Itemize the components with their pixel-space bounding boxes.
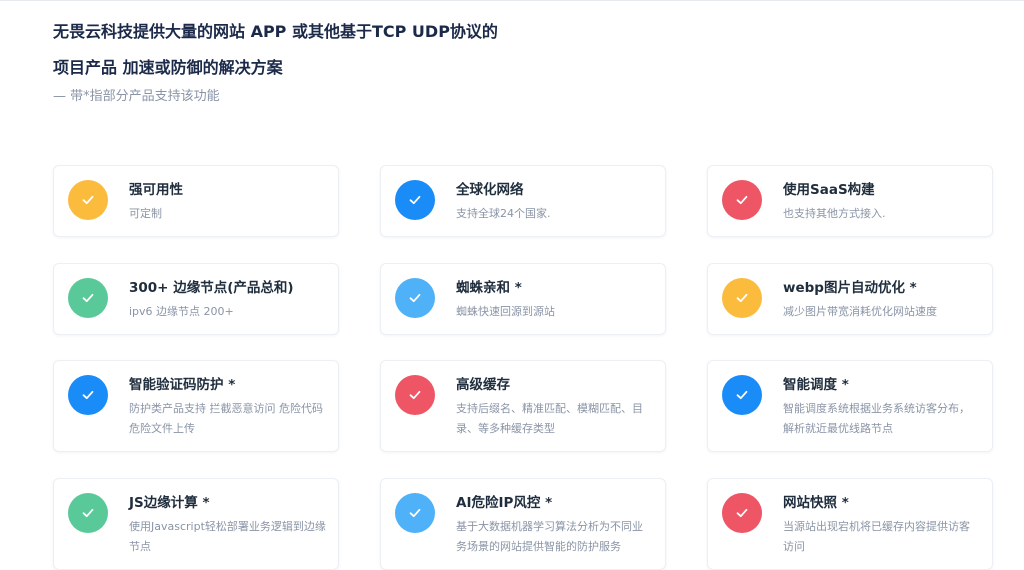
check-badge xyxy=(68,493,108,533)
feature-card: 智能验证码防护 * 防护类产品支持 拦截恶意访问 危险代码 危险文件上传 xyxy=(53,360,339,452)
feature-title: 300+ 边缘节点(产品总和) xyxy=(129,280,294,296)
feature-description: 防护类产品支持 拦截恶意访问 危险代码 危险文件上传 xyxy=(129,402,323,435)
check-icon xyxy=(736,195,748,205)
feature-card: 蜘蛛亲和 * 蜘蛛快速回源到源站 xyxy=(380,263,666,335)
feature-title: 智能调度 * xyxy=(783,377,849,393)
feature-card: 强可用性 可定制 xyxy=(53,165,339,237)
feature-description: 也支持其他方式接入. xyxy=(783,207,886,220)
check-icon xyxy=(82,390,94,400)
section-title-line-2: 项目产品 加速或防御的解决方案 xyxy=(53,58,283,77)
check-icon xyxy=(736,293,748,303)
check-badge xyxy=(722,278,762,318)
check-icon xyxy=(409,508,421,518)
feature-card: 高级缓存支持后缀名、精准匹配、模糊匹配、目录、等多种缓存类型 xyxy=(380,360,666,452)
feature-card: JS边缘计算 * 使用Javascript轻松部署业务逻辑到边缘节点 xyxy=(53,478,339,570)
feature-description: 支持后缀名、精准匹配、模糊匹配、目录、等多种缓存类型 xyxy=(456,402,643,435)
check-badge xyxy=(68,375,108,415)
check-badge xyxy=(395,375,435,415)
feature-description: 基于大数据机器学习算法分析为不同业务场景的网站提供智能的防护服务 xyxy=(456,520,643,553)
check-badge xyxy=(395,493,435,533)
feature-description: 使用Javascript轻松部署业务逻辑到边缘节点 xyxy=(129,520,326,553)
feature-description: 当源站出现宕机将已缓存内容提供访客访问 xyxy=(783,520,970,553)
check-icon xyxy=(409,195,421,205)
feature-description: ipv6 边缘节点 200+ xyxy=(129,305,234,318)
check-icon xyxy=(82,293,94,303)
check-badge xyxy=(68,180,108,220)
check-badge xyxy=(395,180,435,220)
check-icon xyxy=(409,293,421,303)
feature-description: 可定制 xyxy=(129,207,162,220)
check-badge xyxy=(395,278,435,318)
section-subtitle: — 带*指部分产品支持该功能 xyxy=(53,89,220,104)
feature-card: webp图片自动优化 * 减少图片带宽消耗优化网站速度 xyxy=(707,263,993,335)
feature-title: 网站快照 * xyxy=(783,495,849,511)
feature-title: 蜘蛛亲和 * xyxy=(456,280,522,296)
check-icon xyxy=(82,508,94,518)
feature-title: 高级缓存 xyxy=(456,377,510,393)
feature-title: 使用SaaS构建 xyxy=(783,182,875,198)
check-icon xyxy=(409,390,421,400)
check-badge xyxy=(722,375,762,415)
check-icon xyxy=(82,195,94,205)
check-badge xyxy=(722,493,762,533)
feature-card: AI危险IP风控 * 基于大数据机器学习算法分析为不同业务场景的网站提供智能的防护… xyxy=(380,478,666,570)
feature-title: webp图片自动优化 * xyxy=(783,280,917,296)
check-badge xyxy=(68,278,108,318)
feature-description: 智能调度系统根据业务系统访客分布，解析就近最优线路节点 xyxy=(783,402,970,435)
section-title-line-1: 无畏云科技提供大量的网站 APP 或其他基于TCP UDP协议的 xyxy=(53,22,498,41)
feature-card: 使用SaaS构建 也支持其他方式接入. xyxy=(707,165,993,237)
top-divider xyxy=(0,0,1024,1)
feature-title: AI危险IP风控 * xyxy=(456,495,553,511)
check-icon xyxy=(736,390,748,400)
check-icon xyxy=(736,508,748,518)
feature-card: 300+ 边缘节点(产品总和) ipv6 边缘节点 200+ xyxy=(53,263,339,335)
check-badge xyxy=(722,180,762,220)
feature-description: 支持全球24个国家. xyxy=(456,207,551,220)
feature-card: 网站快照 * 当源站出现宕机将已缓存内容提供访客访问 xyxy=(707,478,993,570)
feature-description: 蜘蛛快速回源到源站 xyxy=(456,305,555,318)
feature-description: 减少图片带宽消耗优化网站速度 xyxy=(783,305,937,318)
feature-title: 全球化网络 xyxy=(456,182,524,198)
feature-card: 全球化网络支持全球24个国家. xyxy=(380,165,666,237)
feature-title: 强可用性 xyxy=(129,182,183,198)
feature-card: 智能调度 * 智能调度系统根据业务系统访客分布，解析就近最优线路节点 xyxy=(707,360,993,452)
feature-title: JS边缘计算 * xyxy=(129,495,210,511)
feature-title: 智能验证码防护 * xyxy=(129,377,236,393)
section-header: 无畏云科技提供大量的网站 APP 或其他基于TCP UDP协议的 项目产品 加速… xyxy=(53,20,653,106)
